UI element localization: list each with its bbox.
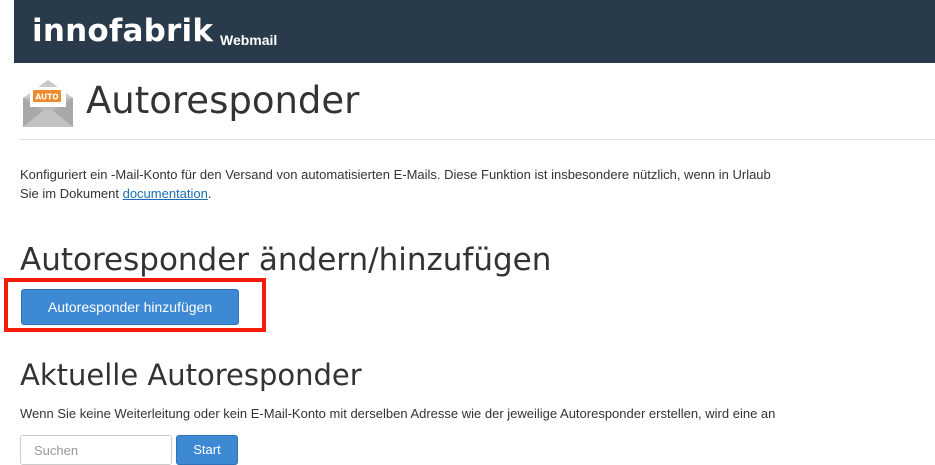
brand-subtitle: Webmail	[220, 32, 278, 48]
description-suffix: .	[207, 186, 212, 201]
autoresponder-info-text: Wenn Sie keine Weiterleitung oder kein E…	[20, 406, 776, 421]
page-description: Konfiguriert ein -Mail-Konto für den Ver…	[20, 165, 935, 203]
add-autoresponder-button[interactable]: Autoresponder hinzufügen	[21, 289, 239, 325]
description-line: Konfiguriert ein -Mail-Konto für den Ver…	[20, 167, 771, 182]
documentation-link[interactable]: documentation	[123, 186, 208, 201]
auto-badge-text: AUTO	[35, 93, 58, 102]
description-prefix: Sie im Dokument	[20, 186, 123, 201]
search-input[interactable]	[20, 435, 172, 465]
title-divider	[20, 139, 935, 140]
brand-logo[interactable]: innofabrik	[32, 16, 213, 47]
header-bar: innofabrik Webmail	[14, 0, 935, 63]
section-title-add: Autoresponder ändern/hinzufügen	[20, 242, 552, 278]
autoresponder-envelope-icon: AUTO	[23, 80, 73, 127]
search-start-button[interactable]: Start	[176, 435, 238, 465]
page-title: Autoresponder	[86, 79, 360, 122]
section-title-current: Aktuelle Autoresponder	[20, 358, 362, 392]
description-line-2: Sie im Dokument documentation.	[20, 184, 935, 203]
